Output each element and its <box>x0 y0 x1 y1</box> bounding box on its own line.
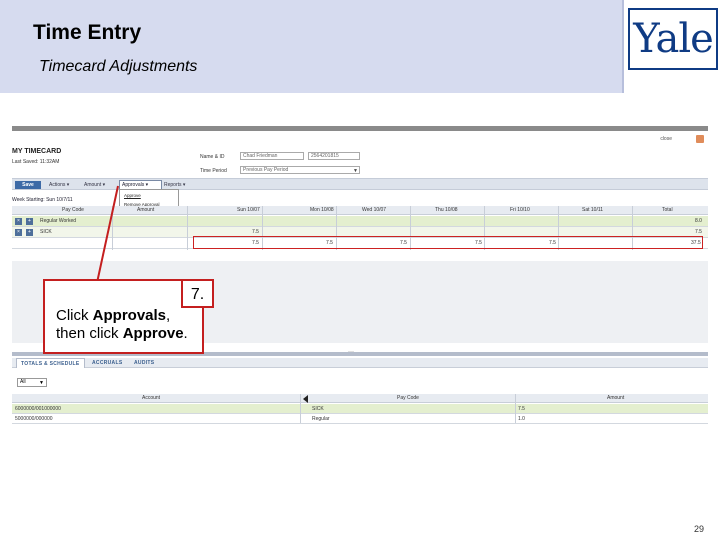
paycode-cell: SICK <box>312 406 324 412</box>
window-top-bar <box>12 126 708 131</box>
col-amount: Amount <box>607 395 625 401</box>
timecard-toolbar: Save Actions ▾ Amount ▾ Approvals ▾ Repo… <box>12 178 708 191</box>
callout-text-part: Click <box>56 307 93 324</box>
callout-text-part: , <box>166 307 171 324</box>
table-row[interactable]: 5000000/000000 Regular 1.0 <box>12 414 708 424</box>
step-number: 7. <box>181 279 214 308</box>
paycode-cell[interactable]: SICK <box>40 229 52 235</box>
actions-menu[interactable]: Actions ▾ <box>49 181 69 189</box>
tab-totals-schedule[interactable]: TOTALS & SCHEDULE <box>16 358 85 368</box>
col-paycode: Pay Code <box>397 395 419 401</box>
collapse-left-icon[interactable] <box>303 395 308 403</box>
add-row-icon[interactable]: + <box>26 229 33 236</box>
page-number: 29 <box>693 524 704 534</box>
chevron-down-icon: ▼ <box>39 380 44 386</box>
amount-cell: 7.5 <box>518 406 525 412</box>
totals-header: Account Pay Code Amount <box>12 394 708 403</box>
tab-audits[interactable]: AUDITS <box>134 360 154 366</box>
delete-row-icon[interactable]: × <box>15 218 22 225</box>
tab-accruals[interactable]: ACCRUALS <box>92 360 122 366</box>
total-cell: 7.5 <box>695 229 702 235</box>
period-label: Time Period <box>200 168 227 174</box>
hours-cell[interactable]: 7.5 <box>252 229 259 235</box>
close-link[interactable]: close <box>660 136 672 142</box>
col-paycode: Pay Code <box>62 207 84 213</box>
name-label: Name & ID <box>200 154 225 160</box>
highlight-box <box>193 236 703 249</box>
paycode-cell[interactable]: Regular Worked <box>40 218 76 224</box>
period-select[interactable]: Previous Pay Period ▼ <box>240 166 360 174</box>
paycode-cell: Regular <box>312 416 330 422</box>
chevron-down-icon: ▼ <box>353 168 358 174</box>
slide-header: Time Entry Timecard Adjustments <box>0 0 720 93</box>
week-starting: Week Starting: Sun 10/7/11 <box>12 197 73 203</box>
col-day: Mon 10/08 <box>310 207 334 213</box>
grid-divider <box>112 206 113 250</box>
splitter-grip-icon: ··· <box>348 349 354 355</box>
account-cell: 6000000/001000000 <box>15 406 61 412</box>
callout-emphasis: Approvals <box>92 307 167 324</box>
delete-row-icon[interactable]: × <box>15 229 22 236</box>
approve-menu-item[interactable]: Approve <box>124 193 141 198</box>
last-saved: Last Saved: 11:32AM <box>12 159 60 165</box>
col-day: Sat 10/11 <box>582 207 604 213</box>
col-total: Total <box>662 207 673 213</box>
amount-cell: 1.0 <box>518 416 525 422</box>
callout-emphasis: Approve <box>122 325 184 342</box>
filter-select[interactable]: All ▼ <box>17 378 47 387</box>
table-row[interactable]: × + Regular Worked 8.0 <box>12 216 708 227</box>
id-field[interactable]: 2564201815 <box>308 152 360 160</box>
logo-container: Yale <box>622 0 720 93</box>
filter-value: All <box>20 379 26 385</box>
col-day: Fri 10/10 <box>510 207 530 213</box>
total-cell: 8.0 <box>695 218 702 224</box>
lower-tabs: TOTALS & SCHEDULE ACCRUALS AUDITS <box>12 358 708 368</box>
grid-divider <box>187 206 188 250</box>
save-button[interactable]: Save <box>15 181 41 189</box>
timecard-title: MY TIMECARD <box>12 148 62 155</box>
callout-text-part: then click <box>56 325 123 342</box>
instruction-callout: Click Approvals, then click Approve. <box>43 279 204 354</box>
col-day: Wed 10/07 <box>362 207 387 213</box>
callout-text: Click Approvals, then click Approve. <box>56 307 188 343</box>
col-amount: Amount <box>137 207 155 213</box>
amount-menu[interactable]: Amount ▾ <box>84 181 105 189</box>
yale-logo: Yale <box>628 8 718 70</box>
add-row-icon[interactable]: + <box>26 218 33 225</box>
name-field[interactable]: Chad Friedman <box>240 152 304 160</box>
account-cell: 5000000/000000 <box>15 416 53 422</box>
col-account: Account <box>142 395 161 401</box>
slide-title: Time Entry <box>33 21 142 44</box>
callout-text-part: . <box>183 325 188 342</box>
reports-menu[interactable]: Reports ▾ <box>164 181 185 189</box>
col-day: Thu 10/08 <box>435 207 458 213</box>
grid-header: Pay Code Amount Sun 10/07 Mon 10/08 Wed … <box>12 206 708 215</box>
col-day: Sun 10/07 <box>237 207 260 213</box>
table-row[interactable]: 6000000/001000000 SICK 7.5 <box>12 404 708 414</box>
close-icon[interactable] <box>696 135 704 143</box>
logo-text: Yale <box>633 16 714 62</box>
period-value: Previous Pay Period <box>243 167 289 173</box>
table-divider <box>515 394 516 423</box>
slide-subtitle: Timecard Adjustments <box>39 58 198 75</box>
table-divider <box>300 394 301 423</box>
